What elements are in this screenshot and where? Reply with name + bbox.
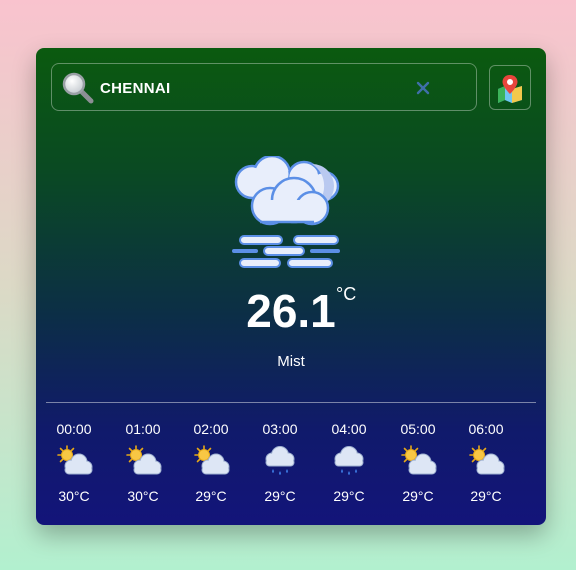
mist-icon [232, 156, 340, 268]
hour-time: 06:00 [468, 421, 504, 437]
partly-cloudy-icon [469, 445, 505, 475]
hourly-item: 00:00 30°C [44, 420, 104, 505]
hour-temp: 29°C [470, 488, 502, 504]
hour-temp: 30°C [127, 488, 159, 504]
hour-time: 05:00 [400, 421, 436, 437]
close-icon[interactable] [414, 79, 432, 97]
hour-temp: 29°C [333, 488, 365, 504]
hourly-item: 06:00 29°C [456, 420, 516, 505]
hour-time: 02:00 [193, 421, 229, 437]
partly-cloudy-icon [57, 445, 93, 475]
temperature-unit: °C [336, 284, 357, 304]
hour-temp: 29°C [195, 488, 227, 504]
hour-temp: 30°C [58, 488, 90, 504]
hourly-item: 02:00 29°C [181, 420, 241, 505]
hourly-item: 05:00 29°C [388, 420, 448, 505]
hourly-item: 04:00 29°C [319, 420, 379, 505]
hour-time: 04:00 [331, 421, 367, 437]
partly-cloudy-icon [194, 445, 230, 475]
hourly-item: 03:00 29°C [250, 420, 310, 505]
search-bar [51, 63, 477, 111]
hourly-item: 01:00 30°C [113, 420, 173, 505]
hour-time: 00:00 [56, 421, 92, 437]
hour-time: 03:00 [262, 421, 298, 437]
weather-card: 26.1 °C Mist 00:00 30°C 01:00 30°C 02:00… [36, 48, 546, 525]
map-location-button[interactable] [489, 65, 531, 110]
partly-cloudy-icon [126, 445, 162, 475]
weather-condition: Mist [277, 353, 305, 370]
hour-temp: 29°C [402, 488, 434, 504]
hour-temp: 29°C [264, 488, 296, 504]
hour-time: 01:00 [125, 421, 161, 437]
map-pin-icon [498, 74, 522, 103]
rain-cloud-icon [334, 446, 364, 476]
search-input[interactable] [100, 76, 420, 100]
rain-cloud-icon [265, 446, 295, 476]
current-temperature: 26.1 [246, 285, 336, 337]
divider [46, 402, 536, 403]
hourly-forecast: 00:00 30°C 01:00 30°C 02:00 29°C 03:00 2… [44, 420, 524, 510]
search-icon[interactable] [61, 71, 95, 105]
partly-cloudy-icon [401, 445, 437, 475]
